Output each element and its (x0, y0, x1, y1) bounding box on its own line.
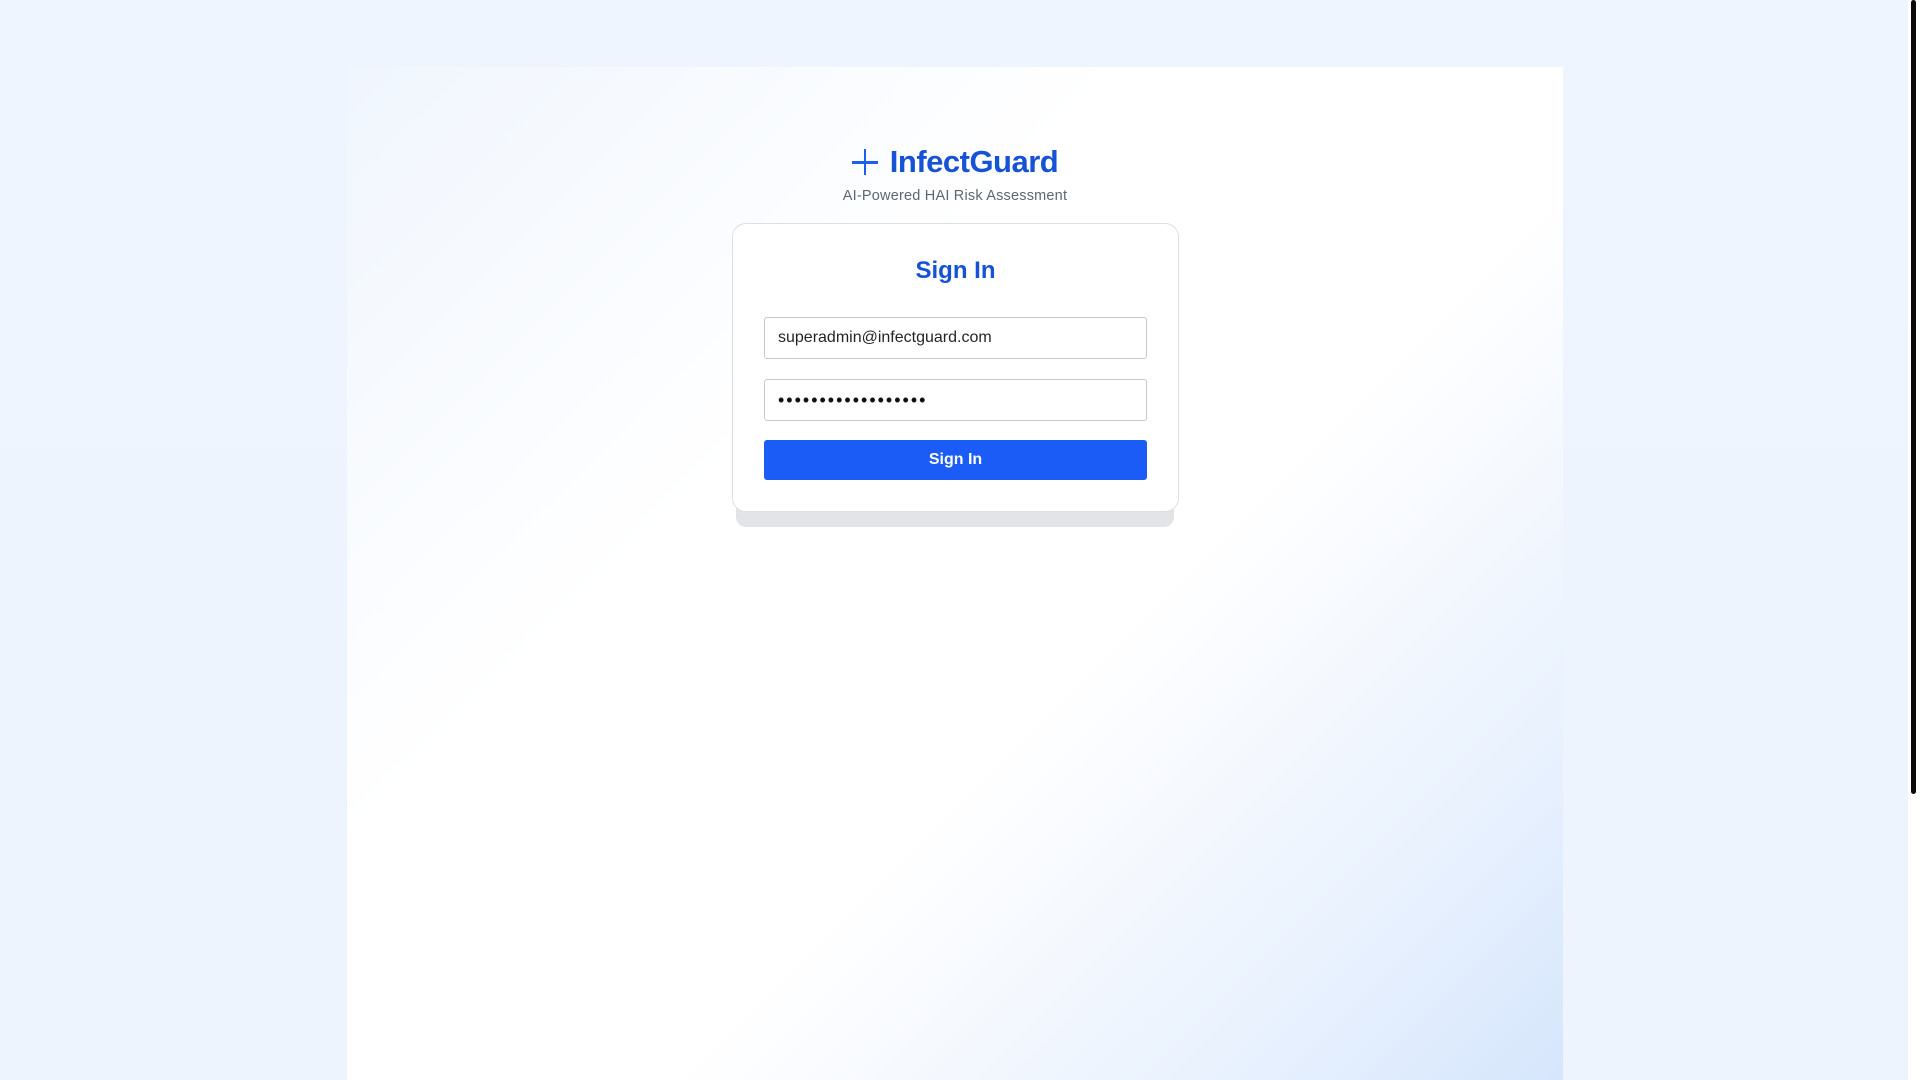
brand-name: InfectGuard (889, 144, 1059, 179)
login-title: Sign In (915, 257, 996, 284)
login-card: Sign In superadmin@infectguard.com •••••… (732, 223, 1179, 512)
brand-header: InfectGuard (0, 144, 1910, 180)
brand-tagline: AI-Powered HAI Risk Assessment (842, 188, 1068, 204)
content-panel (347, 67, 1563, 1080)
password-field[interactable]: •••••••••••••••••• (764, 379, 1147, 421)
scrollbar-thumb[interactable] (1911, 0, 1916, 794)
plus-icon (851, 149, 878, 175)
email-field[interactable]: superadmin@infectguard.com (764, 317, 1147, 359)
sign-in-button[interactable]: Sign In (764, 440, 1147, 480)
